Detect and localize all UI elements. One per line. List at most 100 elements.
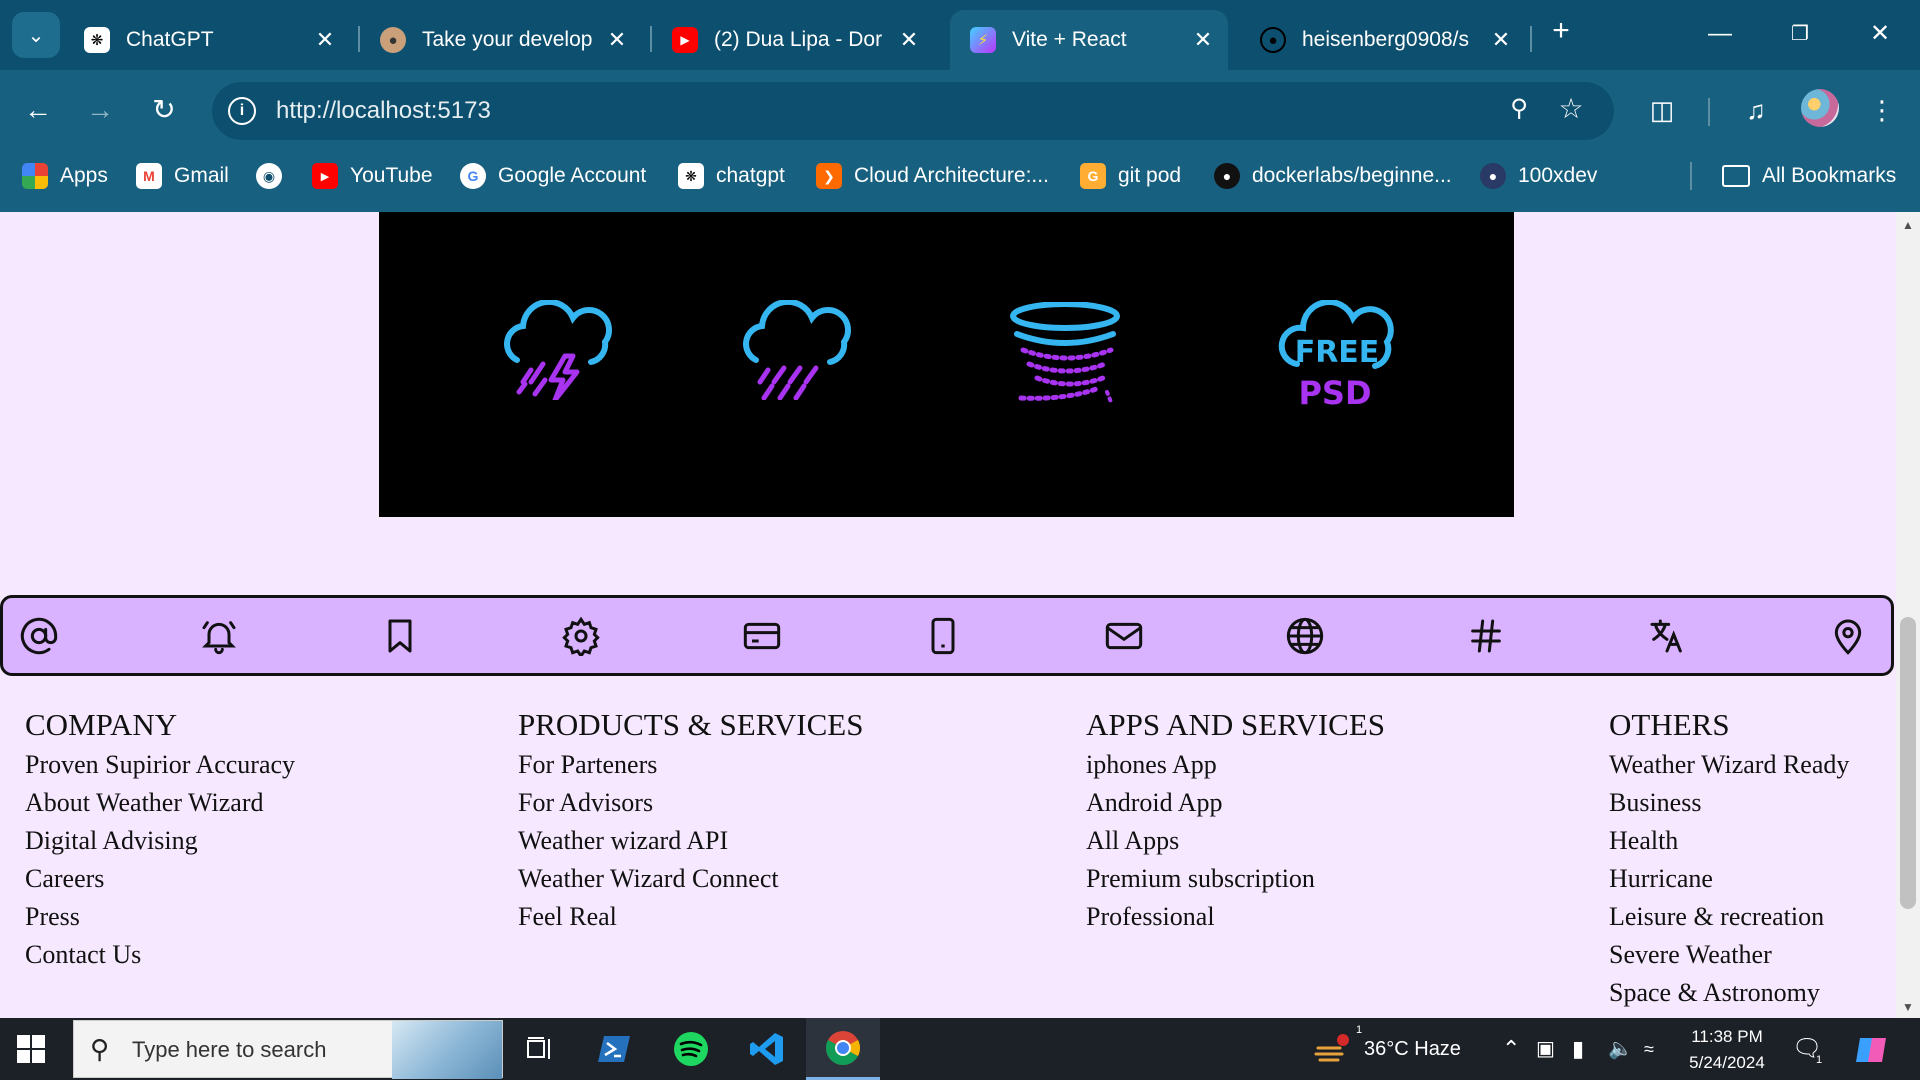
map-pin-icon[interactable]	[1828, 616, 1868, 656]
footer-link[interactable]: Android App	[1086, 784, 1385, 822]
spotify-icon[interactable]	[654, 1018, 728, 1080]
tab-youtube[interactable]: ▶ (2) Dua Lipa - Dor ✕	[652, 10, 934, 70]
smartphone-icon[interactable]	[923, 616, 963, 656]
bookmark-gmail[interactable]: M Gmail	[136, 152, 229, 200]
new-tab-button[interactable]: +	[1546, 14, 1576, 54]
zoom-icon[interactable]: ⚲	[1502, 94, 1536, 128]
footer-link[interactable]: All Apps	[1086, 822, 1385, 860]
bookmark-youtube[interactable]: ▶ YouTube	[312, 152, 433, 200]
footer-link[interactable]: Premium subscription	[1086, 860, 1385, 898]
address-bar[interactable]: i http://localhost:5173 ⚲ ☆	[212, 82, 1614, 140]
bookmark-star-icon[interactable]: ☆	[1554, 92, 1588, 126]
footer-link[interactable]: Careers	[25, 860, 295, 898]
globe-icon[interactable]	[1285, 616, 1325, 656]
close-icon[interactable]: ✕	[602, 27, 632, 53]
bell-icon[interactable]	[199, 616, 239, 656]
footer-link[interactable]: Weather Wizard Connect	[518, 860, 863, 898]
footer-link[interactable]: About Weather Wizard	[25, 784, 295, 822]
tab-search-button[interactable]: ⌄	[12, 12, 60, 58]
browser-toolbar: ← → ↻ i http://localhost:5173 ⚲ ☆ ◫ ♫ ⋮	[0, 70, 1920, 152]
footer-link[interactable]: iphones App	[1086, 746, 1385, 784]
footer-link[interactable]: Leisure & recreation	[1609, 898, 1849, 936]
system-clock[interactable]: 11:38 PM 5/24/2024	[1672, 1024, 1782, 1076]
bookmark-100xdev[interactable]: ● 100xdev	[1480, 152, 1597, 200]
at-sign-icon[interactable]	[19, 616, 59, 656]
footer-link[interactable]: Professional	[1086, 898, 1385, 936]
tab-separator	[1530, 26, 1532, 52]
bookmark-dockerlabs[interactable]: ● dockerlabs/beginne...	[1214, 152, 1452, 200]
site-info-icon[interactable]: i	[228, 97, 256, 125]
volume-icon[interactable]: 🔈	[1608, 1018, 1633, 1080]
forward-button[interactable]: →	[78, 88, 122, 132]
close-icon[interactable]: ✕	[310, 27, 340, 53]
footer-link[interactable]: Health	[1609, 822, 1849, 860]
powershell-icon[interactable]	[578, 1018, 652, 1080]
all-bookmarks[interactable]: All Bookmarks	[1722, 152, 1896, 200]
footer-link[interactable]: For Advisors	[518, 784, 863, 822]
close-icon[interactable]: ✕	[1188, 27, 1218, 53]
back-button[interactable]: ←	[16, 88, 60, 132]
footer-link[interactable]: Business	[1609, 784, 1849, 822]
weather-text[interactable]: 36°C Haze	[1364, 1018, 1461, 1080]
bookmark-label: git pod	[1118, 164, 1182, 187]
copilot-icon[interactable]	[1854, 1018, 1890, 1080]
bookmark-icon[interactable]	[380, 616, 420, 656]
bookmark-apps[interactable]: Apps	[22, 152, 108, 200]
tornado-icon	[1010, 302, 1120, 404]
tab-chatgpt[interactable]: ❋ ChatGPT ✕	[64, 10, 350, 70]
tab-title: Take your develop	[422, 28, 593, 51]
footer-link[interactable]: Hurricane	[1609, 860, 1849, 898]
footer-link[interactable]: For Parteners	[518, 746, 863, 784]
mail-icon[interactable]	[1104, 616, 1144, 656]
footer-link[interactable]: Proven Supirior Accuracy	[25, 746, 295, 784]
translate-icon[interactable]	[1647, 616, 1687, 656]
footer-link[interactable]: Weather Wizard Ready	[1609, 746, 1849, 784]
bookmark-cloud-architecture[interactable]: ❯ Cloud Architecture:...	[816, 152, 1049, 200]
scroll-up-arrow-icon[interactable]: ▲	[1896, 218, 1920, 232]
meet-now-icon[interactable]: ▣	[1536, 1018, 1555, 1080]
windows-start-icon[interactable]	[16, 1034, 46, 1064]
tab-github[interactable]: ● heisenberg0908/s ✕	[1240, 10, 1526, 70]
bookmark-google-account[interactable]: G Google Account	[460, 152, 646, 200]
vscode-icon[interactable]	[730, 1018, 804, 1080]
footer-link[interactable]: Press	[25, 898, 295, 936]
footer-link[interactable]: Space & Astronomy	[1609, 974, 1849, 1012]
reload-button[interactable]: ↻	[142, 88, 186, 132]
github-icon: ●	[1214, 163, 1240, 189]
page-scrollbar[interactable]: ▲ ▼	[1896, 212, 1920, 1018]
scroll-down-arrow-icon[interactable]: ▼	[1896, 1000, 1920, 1014]
minimize-button[interactable]: —	[1690, 12, 1750, 56]
footer-link[interactable]: Weather wizard API	[518, 822, 863, 860]
chevron-up-icon[interactable]: ⌃	[1502, 1018, 1520, 1080]
task-view-icon[interactable]	[503, 1018, 577, 1080]
tab-developer[interactable]: ● Take your develop ✕	[360, 10, 642, 70]
scrollbar-thumb[interactable]	[1900, 617, 1916, 909]
settings-icon[interactable]	[561, 616, 601, 659]
bookmark-globe[interactable]: ◉	[256, 152, 294, 200]
weather-widget-icon[interactable]	[1314, 1018, 1354, 1080]
taskbar-search[interactable]: ⚲ Type here to search	[73, 1020, 503, 1079]
menu-icon[interactable]: ⋮	[1862, 90, 1902, 130]
footer-link[interactable]: Digital Advising	[25, 822, 295, 860]
close-window-button[interactable]: ✕	[1850, 12, 1910, 56]
footer-link[interactable]: Severe Weather	[1609, 936, 1849, 974]
wifi-icon[interactable]: ≈	[1644, 1018, 1654, 1080]
credit-card-icon[interactable]	[742, 616, 782, 656]
footer-link[interactable]: Feel Real	[518, 898, 863, 936]
profile-avatar[interactable]	[1801, 89, 1839, 127]
media-control-icon[interactable]: ♫	[1736, 90, 1776, 130]
chrome-icon[interactable]	[806, 1018, 880, 1080]
page-viewport: FREE PSD COMPANY Proven Supirior Accurac…	[0, 212, 1896, 1018]
bookmark-gitpod[interactable]: G git pod	[1080, 152, 1181, 200]
hash-icon[interactable]	[1466, 616, 1506, 656]
footer-link[interactable]: Contact Us	[25, 936, 295, 974]
tab-vite-react[interactable]: ⚡ Vite + React ✕	[950, 10, 1228, 70]
bookmark-chatgpt[interactable]: ❋ chatgpt	[678, 152, 785, 200]
free-psd-cloud-icon: FREE PSD	[1278, 300, 1394, 412]
restore-button[interactable]: ❐	[1770, 12, 1830, 56]
close-icon[interactable]: ✕	[894, 27, 924, 53]
url-text[interactable]: http://localhost:5173	[276, 82, 491, 140]
extensions-icon[interactable]: ◫	[1642, 90, 1682, 130]
battery-icon[interactable]: ▮	[1572, 1018, 1584, 1080]
close-icon[interactable]: ✕	[1486, 27, 1516, 53]
